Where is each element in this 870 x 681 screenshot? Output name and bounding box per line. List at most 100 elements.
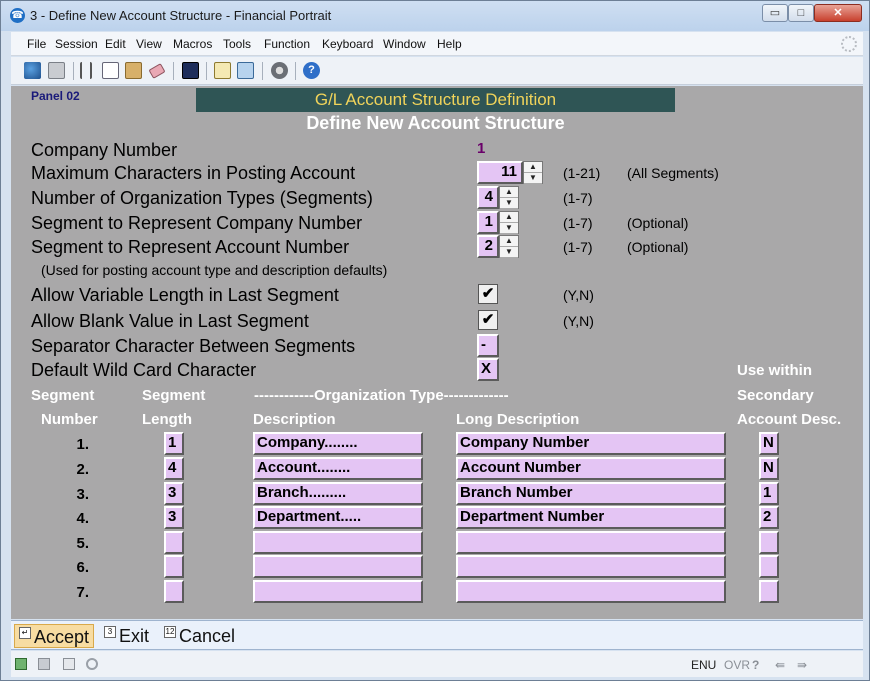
eraser-icon[interactable] <box>148 63 166 79</box>
toolbar-separator <box>73 62 74 80</box>
form-icon[interactable] <box>214 62 231 79</box>
header-segment-length-1: Segment <box>142 387 206 404</box>
org-types-spinner[interactable]: ▲ ▼ <box>499 186 519 209</box>
copy-icon[interactable] <box>102 62 119 79</box>
arrow-left-icon: ⇚ <box>775 658 786 672</box>
long-description-field[interactable]: Branch Number <box>456 482 726 505</box>
seg-company-spinner[interactable]: ▲ ▼ <box>499 211 519 234</box>
row-number: 4. <box>76 510 89 527</box>
segment-length-field[interactable] <box>164 531 184 554</box>
spin-down-icon[interactable]: ▼ <box>500 223 518 234</box>
description-field[interactable]: Department..... <box>253 506 423 529</box>
settings-icon[interactable] <box>271 62 288 79</box>
display-icon[interactable] <box>182 62 199 79</box>
company-number-value: 1 <box>477 140 486 157</box>
connect-icon[interactable] <box>24 62 41 79</box>
busy-indicator-icon <box>841 36 857 52</box>
org-types-field[interactable]: 4 <box>477 186 499 209</box>
menu-view[interactable]: View <box>136 37 162 51</box>
spin-up-icon[interactable]: ▲ <box>500 187 518 198</box>
seg-company-field[interactable]: 1 <box>477 211 499 234</box>
paste-icon[interactable] <box>125 62 142 79</box>
long-description-field[interactable] <box>456 555 726 578</box>
panel-id: Panel 02 <box>31 89 80 103</box>
long-description-field[interactable] <box>456 580 726 603</box>
use-within-field[interactable]: N <box>759 457 779 480</box>
exit-button[interactable]: 3 Exit <box>104 624 149 648</box>
maximize-button[interactable]: □ <box>788 4 814 22</box>
menu-function[interactable]: Function <box>264 37 310 51</box>
spin-down-icon[interactable]: ▼ <box>500 247 518 258</box>
segment-length-field[interactable]: 1 <box>164 432 184 455</box>
blocked-icon <box>86 658 98 670</box>
use-within-field[interactable] <box>759 531 779 554</box>
menu-edit[interactable]: Edit <box>105 37 126 51</box>
menu-session[interactable]: Session <box>55 37 98 51</box>
description-field[interactable] <box>253 531 423 554</box>
use-within-field[interactable]: 1 <box>759 482 779 505</box>
cut-icon[interactable] <box>80 62 92 79</box>
spin-down-icon[interactable]: ▼ <box>524 173 542 184</box>
close-button[interactable]: ✕ <box>814 4 862 22</box>
f12-key-icon: 12 <box>164 626 176 638</box>
menu-window[interactable]: Window <box>383 37 426 51</box>
seg-account-field[interactable]: 2 <box>477 235 499 258</box>
seg-account-note: (Optional) <box>627 239 689 255</box>
toolbar-separator <box>206 62 207 80</box>
accept-button[interactable]: ↵ Accept <box>14 624 95 648</box>
use-within-field[interactable]: N <box>759 432 779 455</box>
language-indicator: ENU <box>691 658 717 672</box>
seg-account-label: Segment to Represent Account Number <box>31 237 350 257</box>
menu-help[interactable]: Help <box>437 37 462 51</box>
spin-up-icon[interactable]: ▲ <box>500 212 518 223</box>
menu-macros[interactable]: Macros <box>173 37 212 51</box>
use-within-field[interactable] <box>759 555 779 578</box>
menu-keyboard[interactable]: Keyboard <box>322 37 373 51</box>
menu-tools[interactable]: Tools <box>223 37 251 51</box>
long-description-field[interactable]: Company Number <box>456 432 726 455</box>
max-chars-field[interactable]: 11 <box>477 161 523 184</box>
segment-length-field[interactable]: 4 <box>164 457 184 480</box>
segment-length-field[interactable]: 3 <box>164 506 184 529</box>
header-segment-number-2: Number <box>41 411 98 428</box>
spin-up-icon[interactable]: ▲ <box>524 162 542 173</box>
toolbar: ? <box>11 57 863 85</box>
segment-length-field[interactable] <box>164 555 184 578</box>
wildcard-field[interactable]: X <box>477 358 499 381</box>
cancel-button[interactable]: 12 Cancel <box>164 624 235 648</box>
long-description-field[interactable] <box>456 531 726 554</box>
segment-length-field[interactable]: 3 <box>164 482 184 505</box>
help-icon[interactable]: ? <box>303 62 320 79</box>
seg-account-spinner[interactable]: ▲ ▼ <box>499 235 519 258</box>
description-field[interactable] <box>253 555 423 578</box>
description-field[interactable] <box>253 580 423 603</box>
cancel-label: Cancel <box>179 626 236 646</box>
menu-file[interactable]: File <box>27 37 46 51</box>
blank-value-checkbox[interactable]: ✔ <box>478 310 498 330</box>
use-within-field[interactable] <box>759 580 779 603</box>
variable-length-checkbox[interactable]: ✔ <box>478 284 498 304</box>
minimize-button[interactable]: ▭ <box>762 4 788 22</box>
long-description-field[interactable]: Department Number <box>456 506 726 529</box>
row-number: 7. <box>76 584 89 601</box>
phone-icon: ☎ <box>10 8 25 23</box>
spin-down-icon[interactable]: ▼ <box>500 198 518 209</box>
description-field[interactable]: Branch......... <box>253 482 423 505</box>
usage-note: (Used for posting account type and descr… <box>41 262 388 278</box>
description-field[interactable]: Company........ <box>253 432 423 455</box>
window-title: 3 - Define New Account Structure - Finan… <box>30 8 332 23</box>
segment-length-field[interactable] <box>164 580 184 603</box>
max-chars-spinner[interactable]: ▲ ▼ <box>523 161 543 184</box>
long-description-field[interactable]: Account Number <box>456 457 726 480</box>
screen-icon[interactable] <box>237 62 254 79</box>
separator-field[interactable]: - <box>477 334 499 357</box>
separator-label: Separator Character Between Segments <box>31 336 356 356</box>
variable-length-range: (Y,N) <box>563 287 594 303</box>
company-number-label: Company Number <box>31 140 178 160</box>
spin-up-icon[interactable]: ▲ <box>500 236 518 247</box>
use-within-field[interactable]: 2 <box>759 506 779 529</box>
print-icon[interactable] <box>48 62 65 79</box>
seg-company-label: Segment to Represent Company Number <box>31 213 363 233</box>
org-types-label: Number of Organization Types (Segments) <box>31 188 373 208</box>
description-field[interactable]: Account........ <box>253 457 423 480</box>
